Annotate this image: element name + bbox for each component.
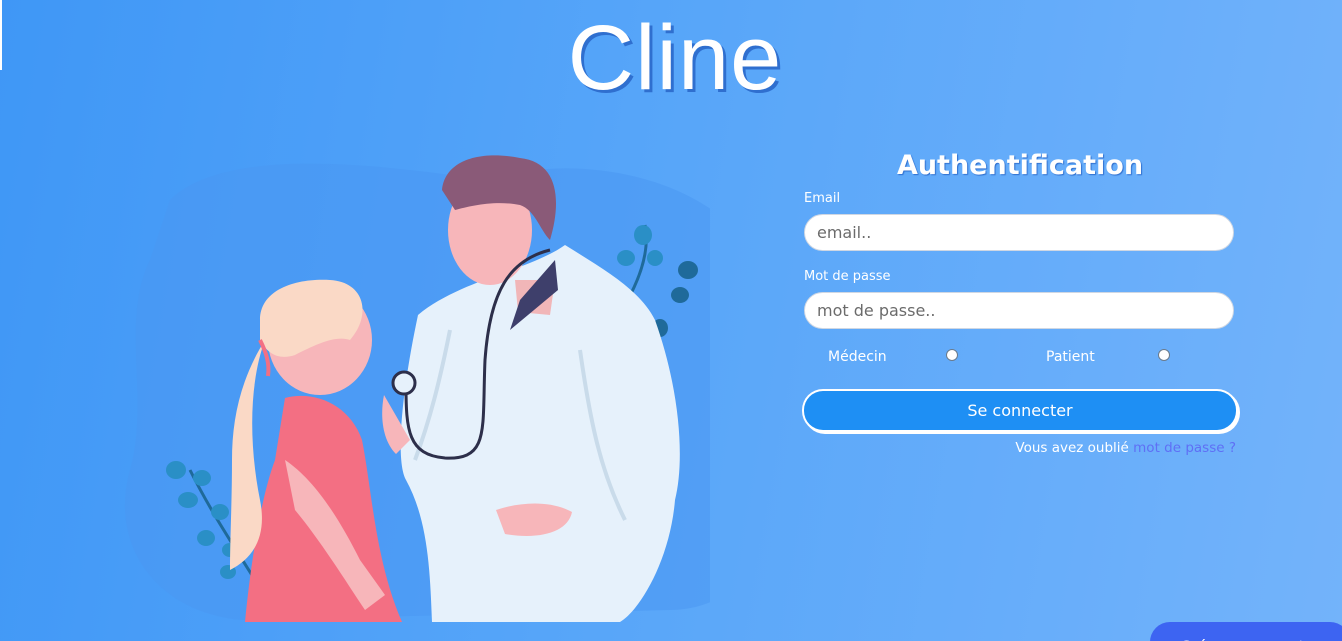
- forgot-password-link[interactable]: mot de passe ?: [1133, 440, 1236, 456]
- role-selector: Médecin Patient: [804, 347, 1236, 369]
- role-radio-patient[interactable]: [1158, 349, 1170, 361]
- email-group: Email: [804, 191, 1236, 251]
- login-page: Cline Authentification Email email.. Mot…: [0, 0, 1342, 641]
- role-label-medecin: Médecin: [828, 349, 887, 365]
- forgot-password: Vous avez oublié mot de passe ?: [804, 440, 1236, 456]
- password-field[interactable]: [804, 292, 1234, 329]
- forgot-prefix: Vous avez oublié: [1015, 440, 1129, 456]
- role-radio-medecin[interactable]: [946, 349, 958, 361]
- login-button[interactable]: Se connecter: [804, 391, 1236, 430]
- role-label-patient: Patient: [1046, 349, 1095, 365]
- app-title: Cline: [567, 7, 783, 109]
- create-account-button[interactable]: Créer un compte: [1150, 622, 1342, 641]
- email-field[interactable]: [804, 214, 1234, 251]
- auth-panel: Authentification Email Mot de passe Méde…: [804, 150, 1236, 456]
- auth-heading: Authentification: [896, 150, 1144, 181]
- doctor-patient-illustration: [125, 155, 710, 622]
- email-label: Email: [804, 191, 841, 206]
- password-label: Mot de passe: [804, 269, 891, 284]
- password-group: Mot de passe: [804, 269, 1236, 329]
